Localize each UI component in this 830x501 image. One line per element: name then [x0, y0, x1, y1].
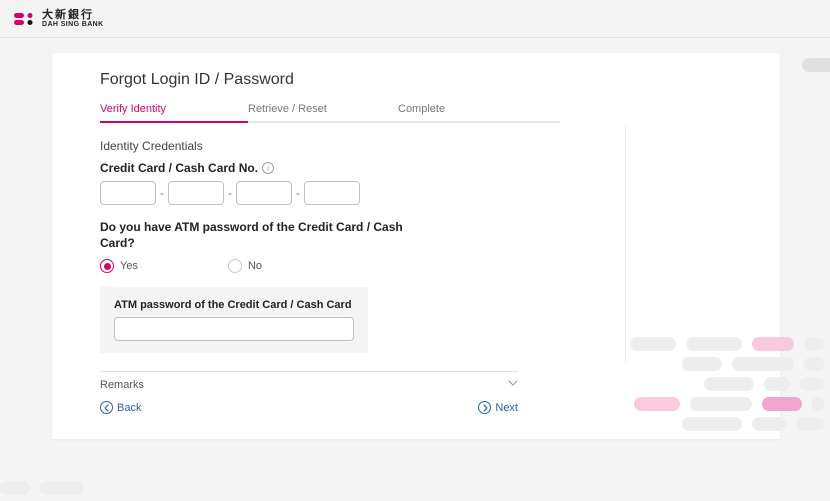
card-segment-3[interactable]: [236, 181, 292, 205]
info-icon[interactable]: i: [262, 162, 274, 174]
chevron-down-icon: [508, 378, 518, 391]
dash: -: [296, 186, 300, 200]
vertical-divider: [625, 123, 626, 363]
decorative-pills-left: [0, 481, 84, 495]
tab-complete: Complete: [398, 103, 548, 121]
remarks-label: Remarks: [100, 379, 144, 391]
radio-no-label: No: [248, 260, 262, 272]
radio-yes[interactable]: Yes: [100, 259, 138, 273]
card-segment-1[interactable]: [100, 181, 156, 205]
atm-radio-group: Yes No: [100, 259, 736, 273]
brand-name-en: DAH SING BANK: [42, 21, 104, 28]
atm-password-box: ATM password of the Credit Card / Cash C…: [100, 287, 368, 353]
next-label: Next: [495, 402, 518, 414]
atm-password-input[interactable]: [114, 317, 354, 341]
brand-name-cn: 大新銀行: [42, 10, 104, 21]
radio-no[interactable]: No: [228, 259, 262, 273]
next-arrow-icon: [478, 401, 491, 414]
radio-icon: [100, 259, 114, 273]
section-title: Identity Credentials: [100, 139, 736, 153]
card-number-label: Credit Card / Cash Card No. i: [100, 161, 736, 175]
remarks-row[interactable]: Remarks: [100, 371, 518, 391]
decorative-pills: [630, 337, 824, 431]
card-segment-4[interactable]: [304, 181, 360, 205]
brand-logo-mark: [14, 11, 36, 27]
radio-icon: [228, 259, 242, 273]
atm-password-label: ATM password of the Credit Card / Cash C…: [114, 299, 354, 311]
side-handle: [802, 58, 830, 72]
atm-question-label: Do you have ATM password of the Credit C…: [100, 219, 420, 251]
card-number-row: - - -: [100, 181, 736, 205]
radio-yes-label: Yes: [120, 260, 138, 272]
back-button[interactable]: Back: [100, 401, 141, 414]
tab-retrieve-reset: Retrieve / Reset: [248, 103, 398, 121]
dash: -: [228, 186, 232, 200]
card-number-label-text: Credit Card / Cash Card No.: [100, 161, 258, 175]
brand-logo: 大新銀行 DAH SING BANK: [14, 10, 104, 28]
back-arrow-icon: [100, 401, 113, 414]
next-button[interactable]: Next: [478, 401, 518, 414]
back-label: Back: [117, 402, 141, 414]
nav-row: Back Next: [100, 401, 518, 414]
dash: -: [160, 186, 164, 200]
top-bar: 大新銀行 DAH SING BANK: [0, 0, 830, 38]
tab-verify-identity[interactable]: Verify Identity: [100, 103, 248, 123]
card-segment-2[interactable]: [168, 181, 224, 205]
step-tabs: Verify Identity Retrieve / Reset Complet…: [100, 103, 560, 123]
page-title: Forgot Login ID / Password: [100, 71, 736, 89]
